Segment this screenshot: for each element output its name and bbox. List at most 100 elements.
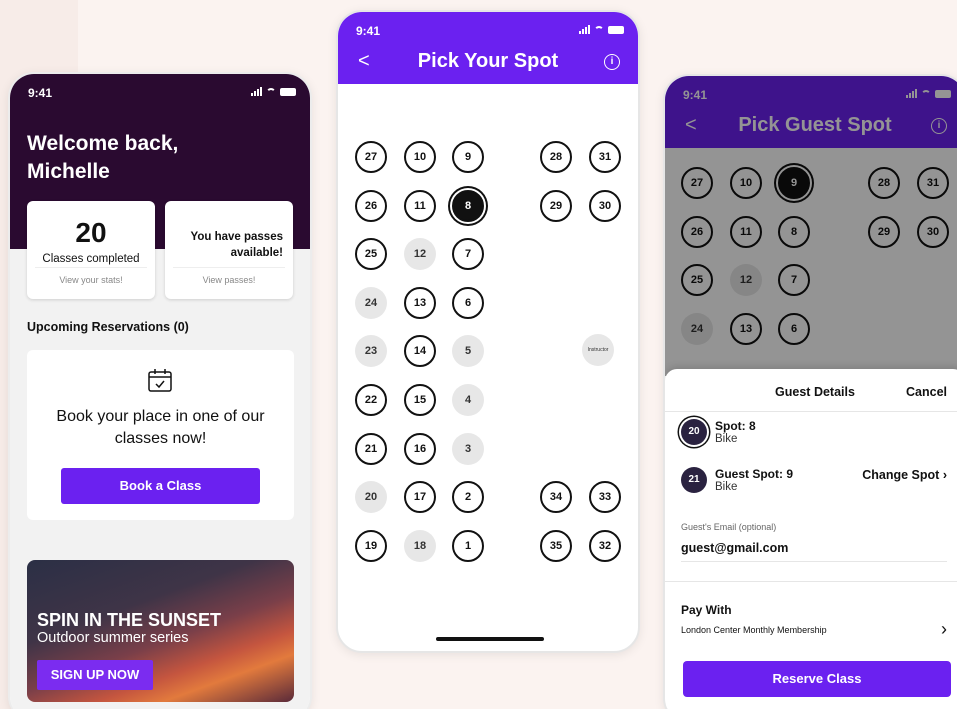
spot-7[interactable]: 7 xyxy=(778,264,810,297)
spot-5[interactable]: 5 xyxy=(452,335,484,368)
cancel-button[interactable]: Cancel xyxy=(906,385,947,399)
spot-19[interactable]: 19 xyxy=(355,529,387,562)
spot-16[interactable]: 16 xyxy=(404,432,436,465)
battery-icon xyxy=(935,90,951,98)
spot-13[interactable]: 13 xyxy=(730,312,762,345)
status-time: 9:41 xyxy=(28,86,53,100)
spot-29[interactable]: 29 xyxy=(540,189,572,222)
spot-20[interactable]: 20 xyxy=(355,481,387,514)
spot-30[interactable]: 30 xyxy=(589,189,621,222)
status-bar: 9:41 xyxy=(10,74,310,108)
instructor-spot: Instructor xyxy=(582,334,614,366)
spot-4[interactable]: 4 xyxy=(452,384,484,416)
spot-26[interactable]: 26 xyxy=(355,189,387,222)
status-bar: 9:41 xyxy=(338,12,638,46)
spot-22[interactable]: 22 xyxy=(355,384,387,416)
my-spot-badge: 20 xyxy=(681,419,707,445)
my-spot-label: Spot: 8 xyxy=(715,419,756,433)
spot-25[interactable]: 25 xyxy=(355,238,387,271)
view-stats-link[interactable]: View your stats! xyxy=(27,267,155,285)
spot-8[interactable]: 8 xyxy=(452,189,484,222)
pick-guest-spot-screen: 9:41 < Pick Guest Spot i 27 10 9 26 11 8 25 12 7… xyxy=(663,74,957,709)
pick-guest-header: 9:41 < Pick Guest Spot i xyxy=(665,76,957,148)
book-prompt-text: Book your place in one of our classes no… xyxy=(56,408,265,447)
email-label: Guest's Email (optional) xyxy=(681,522,777,532)
promo-subtitle: Outdoor summer series xyxy=(37,630,189,646)
wifi-icon xyxy=(594,26,604,34)
classes-count: 20 xyxy=(75,217,107,248)
spot-15[interactable]: 15 xyxy=(404,384,436,416)
spot-28[interactable]: 28 xyxy=(868,167,900,199)
spot-27[interactable]: 27 xyxy=(355,141,387,173)
spot-35[interactable]: 35 xyxy=(540,529,572,562)
wifi-icon xyxy=(266,88,276,96)
passes-card[interactable]: You have passes available! View passes! xyxy=(165,201,293,299)
spot-12[interactable]: 12 xyxy=(730,264,762,297)
divider xyxy=(665,411,957,412)
spot-18[interactable]: 18 xyxy=(404,529,436,562)
spot-17[interactable]: 17 xyxy=(404,481,436,514)
spot-6[interactable]: 6 xyxy=(452,286,484,319)
book-class-button[interactable]: Book a Class xyxy=(61,468,260,504)
membership-selector[interactable]: London Center Monthly Membership xyxy=(681,625,827,635)
status-icons xyxy=(579,25,624,34)
info-icon[interactable]: i xyxy=(604,54,620,70)
spot-9[interactable]: 9 xyxy=(778,167,810,199)
guest-details-sheet: Guest Details Cancel 20 Spot: 8 Bike 21 … xyxy=(665,369,957,709)
book-class-card: Book your place in one of our classes no… xyxy=(27,350,294,520)
home-indicator xyxy=(436,637,544,641)
spot-10[interactable]: 10 xyxy=(404,141,436,173)
spot-9[interactable]: 9 xyxy=(452,141,484,173)
spot-34[interactable]: 34 xyxy=(540,481,572,513)
spot-11[interactable]: 11 xyxy=(730,215,762,248)
spot-11[interactable]: 11 xyxy=(404,189,436,222)
spot-2[interactable]: 2 xyxy=(452,481,484,514)
spot-21[interactable]: 21 xyxy=(355,432,387,465)
spot-29[interactable]: 29 xyxy=(868,215,900,248)
signal-icon xyxy=(906,89,917,98)
spot-31[interactable]: 31 xyxy=(917,167,949,199)
classes-completed-card[interactable]: 20 Classes completed View your stats! xyxy=(27,201,155,299)
spot-33[interactable]: 33 xyxy=(589,481,621,513)
email-field[interactable]: guest@gmail.com xyxy=(681,541,788,555)
classes-label: Classes completed xyxy=(42,253,140,265)
page-title: Pick Guest Spot xyxy=(738,114,892,136)
chevron-right-icon: › xyxy=(942,468,947,482)
spot-23[interactable]: 23 xyxy=(355,335,387,368)
spot-30[interactable]: 30 xyxy=(917,215,949,248)
sign-up-button[interactable]: SIGN UP NOW xyxy=(37,660,153,690)
spot-1[interactable]: 1 xyxy=(452,529,484,562)
spot-26[interactable]: 26 xyxy=(681,215,713,248)
spot-32[interactable]: 32 xyxy=(589,529,621,562)
spot-28[interactable]: 28 xyxy=(540,141,572,173)
status-bar: 9:41 xyxy=(665,76,957,110)
welcome-heading: Welcome back, Michelle xyxy=(27,132,179,183)
spot-6[interactable]: 6 xyxy=(778,312,810,345)
spot-7[interactable]: 7 xyxy=(452,238,484,271)
pay-with-label: Pay With xyxy=(681,603,732,617)
spot-10[interactable]: 10 xyxy=(730,167,762,199)
change-spot-link[interactable]: Change Spot › xyxy=(862,468,947,482)
spot-24[interactable]: 24 xyxy=(355,286,387,319)
chevron-right-icon[interactable]: › xyxy=(941,619,947,640)
page-title: Pick Your Spot xyxy=(417,50,559,72)
my-spot-type: Bike xyxy=(715,433,738,445)
guest-spot-label: Guest Spot: 9 xyxy=(715,467,794,481)
spot-14[interactable]: 14 xyxy=(404,335,436,368)
info-icon[interactable]: i xyxy=(931,118,947,134)
spot-3[interactable]: 3 xyxy=(452,432,484,465)
status-icons xyxy=(251,87,296,96)
spot-25[interactable]: 25 xyxy=(681,264,713,297)
promo-title: SPIN IN THE SUNSET xyxy=(37,610,222,630)
spot-8[interactable]: 8 xyxy=(778,215,810,248)
spot-27[interactable]: 27 xyxy=(681,167,713,199)
spot-24[interactable]: 24 xyxy=(681,312,713,345)
signal-icon xyxy=(579,25,590,34)
signal-icon xyxy=(251,87,262,96)
view-passes-link[interactable]: View passes! xyxy=(165,267,293,285)
promo-banner[interactable]: SPIN IN THE SUNSET Outdoor summer series… xyxy=(27,560,294,702)
spot-12[interactable]: 12 xyxy=(404,238,436,271)
spot-31[interactable]: 31 xyxy=(589,141,621,173)
spot-13[interactable]: 13 xyxy=(404,286,436,319)
reserve-class-button[interactable]: Reserve Class xyxy=(683,661,951,697)
